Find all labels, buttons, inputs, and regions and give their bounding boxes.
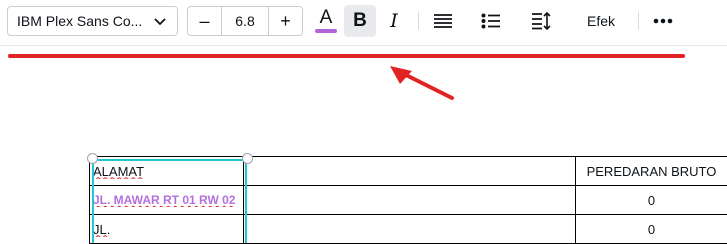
font-size-stepper: – 6.8 + (187, 6, 303, 36)
line-spacing-icon (531, 12, 551, 30)
decrease-font-size-button[interactable]: – (188, 7, 221, 35)
text-toolbar: IBM Plex Sans Co... – 6.8 + A B I Efek (0, 0, 727, 44)
annotation-underline (8, 54, 685, 58)
gross-revenue-value: 0 (648, 193, 655, 208)
italic-button[interactable]: I (378, 5, 410, 37)
annotation-arrow-icon (380, 62, 460, 104)
text-color-icon: A (320, 8, 333, 27)
table-cell[interactable]: 0 (576, 215, 727, 244)
address-header: ALAMAT (90, 164, 243, 179)
table-cell[interactable] (244, 157, 576, 186)
more-options-button[interactable] (646, 5, 680, 37)
toolbar-divider (638, 12, 639, 30)
table-row: ALAMAT PEREDARAN BRUTO (90, 157, 727, 186)
data-table: ALAMAT PEREDARAN BRUTO JL. MAWAR RT 01 R… (89, 156, 727, 243)
font-size-input[interactable]: 6.8 (221, 7, 269, 35)
resize-handle-left[interactable] (87, 153, 98, 164)
table-cell[interactable] (244, 215, 576, 244)
text-color-button[interactable]: A (309, 5, 343, 37)
toolbar-bottom-border (0, 45, 727, 46)
effects-button[interactable]: Efek (572, 5, 630, 37)
gross-revenue-header: PEREDARAN BRUTO (587, 164, 717, 179)
table-cell[interactable]: JL. MAWAR RT 01 RW 02 (90, 186, 244, 215)
address-value: JL. (90, 222, 243, 237)
align-justify-icon (433, 13, 453, 29)
chevron-down-icon (153, 14, 167, 28)
more-horizontal-icon (653, 18, 673, 24)
table-cell[interactable] (244, 186, 576, 215)
address-value: JL. MAWAR RT 01 RW 02 (90, 193, 243, 207)
text-color-swatch (315, 29, 337, 33)
table-cell[interactable]: PEREDARAN BRUTO (576, 157, 727, 186)
list-button[interactable] (474, 5, 508, 37)
font-family-dropdown[interactable]: IBM Plex Sans Co... (7, 6, 178, 36)
table-cell[interactable]: JL. (90, 215, 244, 244)
bullet-list-icon (481, 13, 501, 29)
table-row: JL. 0 (90, 215, 727, 244)
table-cell[interactable]: 0 (576, 186, 727, 215)
table-row: JL. MAWAR RT 01 RW 02 0 (90, 186, 727, 215)
resize-handle-right[interactable] (242, 153, 253, 164)
toolbar-divider (418, 12, 419, 30)
table-cell[interactable]: ALAMAT (90, 157, 244, 186)
align-button[interactable] (426, 5, 460, 37)
gross-revenue-value: 0 (648, 222, 655, 237)
spacing-button[interactable] (524, 5, 558, 37)
font-family-value: IBM Plex Sans Co... (17, 13, 153, 29)
increase-font-size-button[interactable]: + (269, 7, 302, 35)
bold-button[interactable]: B (344, 5, 376, 37)
